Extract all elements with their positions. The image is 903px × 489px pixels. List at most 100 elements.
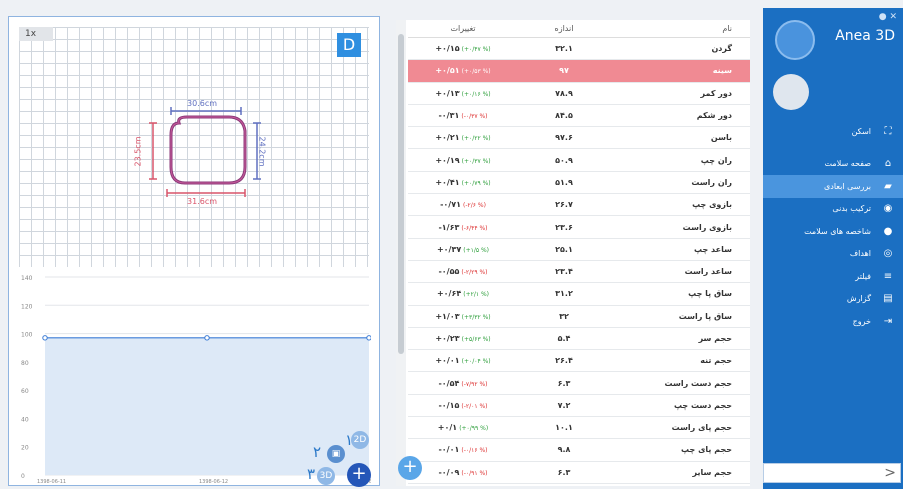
- cross-section-view[interactable]: 1x D 30.6cm 31.6cm 23.5cm 24.2cm: [19, 27, 369, 267]
- name-cell: ران راست: [691, 177, 732, 187]
- size-cell: ۳۲: [559, 311, 569, 321]
- home-icon: ⌂: [884, 158, 892, 170]
- apple-icon: ●: [883, 225, 893, 237]
- size-cell: ۵۱.۹: [555, 177, 573, 187]
- add-button[interactable]: +: [347, 463, 371, 487]
- name-cell: سینه: [712, 66, 732, 76]
- y-tick-label: 40: [21, 416, 29, 423]
- header-size: اندازه: [554, 24, 574, 33]
- header-change: تغییرات: [450, 24, 476, 33]
- change-percent: (-۲/۲۹ %): [461, 269, 488, 277]
- size-cell: ۲۵.۱: [555, 244, 573, 254]
- size-cell: ۷.۲: [557, 400, 571, 410]
- table-row[interactable]: -۰/۱۵ (-۲/۰۱ %) ۷.۲ حجم دست چپ: [408, 395, 750, 418]
- table-row[interactable]: +۰/۱۳ (+۰/۱۶ %) ۷۸.۹ دور کمر: [408, 83, 750, 105]
- sidebar-item-2[interactable]: بررسی ابعادی ▰: [763, 175, 903, 198]
- sidebar-item-3[interactable]: ترکیب بدنی ◉: [763, 198, 903, 221]
- size-cell: ۵.۴: [557, 334, 571, 343]
- change-value: +۰/۱۳: [435, 88, 460, 98]
- table-row[interactable]: -۰/۰۹ (-۰/۹۱ %) ۶.۳ حجم سایر: [408, 462, 750, 484]
- chart-icon-button[interactable]: ▣: [327, 445, 345, 463]
- add-measurement-button[interactable]: +: [398, 456, 422, 480]
- sidebar-item-8[interactable]: خروج ⇥: [763, 310, 903, 333]
- name-cell: ساعد چپ: [694, 244, 732, 254]
- table-row[interactable]: +۰/۰۱ (+۰/۰۴ %) ۲۶.۴ حجم تنه: [408, 350, 750, 373]
- exit-icon: ⇥: [883, 315, 893, 327]
- sidebar-item-label: ترکیب بدنی: [832, 204, 871, 214]
- change-value: +۰/۲۱: [435, 133, 460, 143]
- change-value: -۰/۵۴: [438, 378, 460, 388]
- name-cell: ران چپ: [700, 155, 732, 165]
- sidebar-item-label: فیلتر: [855, 271, 871, 281]
- change-cell: +۰/۳۷ (+۱/۵ %): [408, 245, 518, 254]
- table-row[interactable]: -۰/۳۱ (-۰/۳۷ %) ۸۴.۵ دور شکم: [408, 105, 750, 128]
- table-row[interactable]: +۱/۰۳ (+۳/۳۲ %) ۳۲ ساق پا راست: [408, 306, 750, 328]
- sidebar-item-label: شاخصه های سلامت: [804, 226, 871, 236]
- change-cell: +۰/۲۳ (+۵/۶۳ %): [408, 334, 518, 343]
- table-row[interactable]: +۰/۲۱ (+۰/۲۲ %) ۹۷.۶ باسن: [408, 127, 750, 150]
- table-row[interactable]: +۰/۲۳ (+۵/۶۳ %) ۵.۴ حجم سر: [408, 328, 750, 351]
- size-cell: ۳۲.۱: [555, 44, 573, 54]
- avatar[interactable]: [775, 20, 815, 60]
- change-percent: (+۰/۴۷ %): [461, 46, 491, 54]
- table-row[interactable]: +۰/۱۹ (+۰/۳۷ %) ۵۰.۹ ران چپ: [408, 149, 750, 172]
- sidebar-item-6[interactable]: فیلتر ≡: [763, 265, 903, 288]
- table-scrollbar[interactable]: [396, 20, 406, 486]
- table-row[interactable]: -۰/۵۴ (-۷/۹۲ %) ۶.۳ حجم دست راست: [408, 372, 750, 395]
- sidebar: ● ✕ Anea 3D اسکن ⛶ صفحه سلامت ⌂ بررسی ابعادی…: [763, 8, 903, 489]
- table-row[interactable]: +۰/۱ (+۰/۹۹ %) ۱۰.۱ حجم پای راست: [408, 417, 750, 440]
- table-row[interactable]: +۰/۳۷ (+۱/۵ %) ۲۵.۱ ساعد چپ: [408, 239, 750, 261]
- change-value: -۰/۵۵: [438, 267, 460, 277]
- report-icon: ▤: [883, 293, 893, 305]
- sidebar-item-1[interactable]: صفحه سلامت ⌂: [763, 153, 903, 176]
- change-percent: (+۱/۵ %): [463, 246, 490, 254]
- table-row[interactable]: +۰/۴۱ (+۰/۷۹ %) ۵۱.۹ ران راست: [408, 172, 750, 195]
- table-row[interactable]: -۰/۷۱ (-۲/۶ %) ۲۶.۷ بازوی چپ: [408, 194, 750, 217]
- change-percent: (-۰/۱۶ %): [461, 447, 488, 455]
- marker-3-label: ۳: [307, 465, 316, 483]
- data-point[interactable]: [42, 335, 48, 341]
- sidebar-search-input[interactable]: >: [763, 463, 901, 483]
- change-percent: (+۰/۳۷ %): [461, 157, 491, 165]
- change-cell: +۱/۰۳ (+۳/۳۲ %): [408, 312, 518, 321]
- table-row[interactable]: +۰/۶۴ (+۲/۱ %) ۳۱.۲ ساق پا چپ: [408, 283, 750, 306]
- change-value: -۰/۳۱: [438, 111, 460, 121]
- change-value: -۰/۷۱: [440, 200, 461, 210]
- change-percent: (+۰/۲۲ %): [461, 135, 491, 143]
- measurements-table: تغییرات اندازه نام +۰/۱۵ (+۰/۴۷ %) ۳۲.۱ گرد…: [408, 20, 750, 484]
- name-cell: حجم پای چپ: [681, 445, 732, 455]
- target-icon: ◎: [883, 248, 893, 260]
- change-percent: (+۰/۰۴ %): [461, 358, 491, 366]
- 3d-button[interactable]: 3D: [317, 467, 335, 485]
- table-row[interactable]: -۱/۶۳ (-۶/۴۴ %) ۲۳.۶ بازوی راست: [408, 216, 750, 239]
- table-row[interactable]: -۰/۰۱ (-۰/۱۶ %) ۹.۸ حجم پای چپ: [408, 439, 750, 462]
- sidebar-item-0[interactable]: اسکن ⛶: [763, 120, 903, 143]
- change-percent: (+۵/۶۳ %): [461, 336, 491, 343]
- window-controls[interactable]: ● ✕: [879, 12, 897, 22]
- size-cell: ۲۳.۴: [555, 267, 573, 277]
- size-cell: ۲۶.۴: [555, 356, 573, 366]
- change-cell: +۰/۰۱ (+۰/۰۴ %): [408, 356, 518, 365]
- change-cell: -۰/۱۵ (-۲/۰۱ %): [408, 401, 518, 410]
- marker-2-label: ۲: [313, 443, 322, 461]
- profile-icon[interactable]: [773, 74, 809, 110]
- table-row[interactable]: -۰/۵۵ (-۲/۲۹ %) ۲۳.۴ ساعد راست: [408, 261, 750, 284]
- data-point[interactable]: [204, 335, 210, 341]
- scrollbar-thumb[interactable]: [398, 34, 404, 354]
- change-value: +۰/۶۴: [436, 289, 462, 299]
- change-percent: (+۰/۹۹ %): [459, 425, 489, 433]
- table-row[interactable]: +۰/۵۱ (+۰/۵۳ %) ۹۷ سینه: [408, 60, 750, 83]
- data-point[interactable]: [366, 335, 372, 341]
- chevron-right-icon[interactable]: >: [884, 465, 896, 481]
- table-row[interactable]: +۰/۱۵ (+۰/۴۷ %) ۳۲.۱ گردن: [408, 38, 750, 61]
- sidebar-item-5[interactable]: اهداف ◎: [763, 243, 903, 266]
- change-value: +۰/۰۱: [435, 356, 460, 366]
- dimension-icon: ▰: [884, 180, 892, 192]
- 2d-button[interactable]: 2D: [351, 431, 369, 449]
- sidebar-item-7[interactable]: گزارش ▤: [763, 288, 903, 311]
- sidebar-item-4[interactable]: شاخصه های سلامت ●: [763, 220, 903, 243]
- name-cell: ساق پا راست: [678, 311, 732, 321]
- header-name: نام: [722, 24, 732, 33]
- sidebar-item-label: اهداف: [849, 249, 871, 259]
- change-value: +۱/۰۳: [435, 311, 460, 321]
